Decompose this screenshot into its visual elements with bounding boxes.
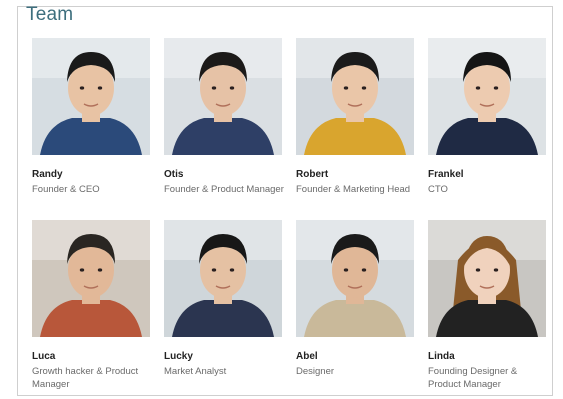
member-name: Robert — [296, 169, 329, 180]
member-name: Randy — [32, 169, 63, 180]
member-role: Founding Designer & Product Manager — [428, 366, 518, 390]
member-name: Lucky — [164, 351, 193, 362]
member-photo — [296, 220, 414, 337]
member-role: Market Analyst — [164, 366, 227, 377]
team-member-card[interactable]: Frankel CTO — [428, 38, 546, 196]
member-name: Abel — [296, 351, 318, 362]
member-role: Founder & Marketing Head — [296, 184, 411, 195]
member-role: CTO — [428, 184, 448, 195]
member-role: Growth hacker & Product Manager — [32, 366, 139, 390]
portrait-image — [32, 220, 150, 337]
member-photo — [296, 38, 414, 155]
team-member-card[interactable]: Otis Founder & Product Manager — [164, 38, 284, 196]
member-name: Frankel — [428, 169, 464, 180]
member-name: Luca — [32, 351, 56, 362]
team-member-card[interactable]: Lucky Market Analyst — [164, 220, 282, 378]
portrait-image — [428, 220, 546, 337]
portrait-image — [296, 220, 414, 337]
portrait-image — [296, 38, 414, 155]
team-member-card[interactable]: Luca Growth hacker & Product Manager — [32, 220, 150, 391]
portrait-image — [428, 38, 546, 155]
member-name: Linda — [428, 351, 455, 362]
member-photo — [32, 38, 150, 155]
member-photo — [164, 38, 282, 155]
portrait-image — [32, 38, 150, 155]
portrait-image — [164, 220, 282, 337]
member-photo — [428, 220, 546, 337]
member-role: Founder & CEO — [32, 184, 100, 195]
team-member-card[interactable]: Robert Founder & Marketing Head — [296, 38, 414, 196]
team-member-card[interactable]: Linda Founding Designer & Product Manage… — [428, 220, 546, 391]
member-photo — [428, 38, 546, 155]
member-role: Founder & Product Manager — [164, 184, 284, 195]
member-photo — [164, 220, 282, 337]
team-member-card[interactable]: Randy Founder & CEO — [32, 38, 150, 196]
section-title: Team — [26, 4, 74, 25]
member-role: Designer — [296, 366, 335, 377]
member-photo — [32, 220, 150, 337]
team-member-card[interactable]: Abel Designer — [296, 220, 414, 378]
portrait-image — [164, 38, 282, 155]
member-name: Otis — [164, 169, 184, 180]
